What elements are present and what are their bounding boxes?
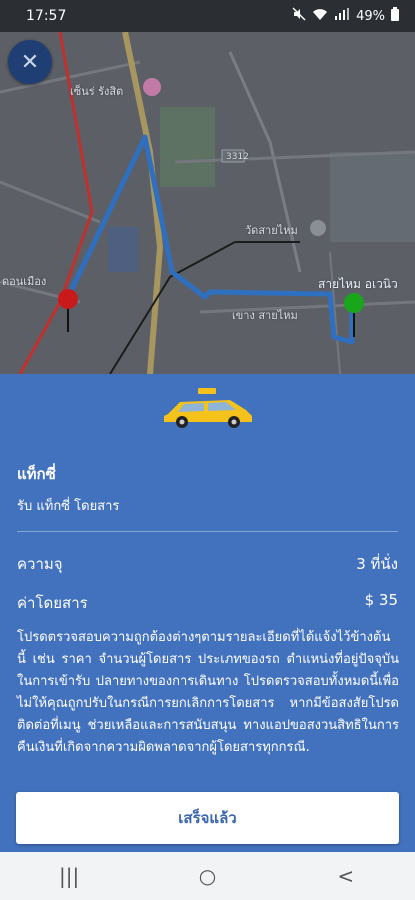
status-time: 17:57 xyxy=(26,8,67,24)
close-icon: ✕ xyxy=(20,49,40,75)
home-icon[interactable]: ○ xyxy=(177,864,237,888)
capacity-row: ความจุ 3 ที่นั่ง xyxy=(17,552,398,576)
battery-icon xyxy=(391,7,399,25)
recents-icon[interactable]: ||| xyxy=(39,864,99,888)
map-label-saimai-district: เขาง สายไหม xyxy=(232,309,298,322)
district-area xyxy=(330,152,415,242)
park-area xyxy=(160,107,215,187)
taxi-car-icon xyxy=(164,388,252,428)
capacity-label: ความจุ xyxy=(17,555,63,573)
map-label-saimai-avenue: สายไหม อเวนิว xyxy=(318,277,398,291)
map-label-wat-saimai: วัดสายไหม xyxy=(245,224,298,237)
shopping-poi-icon xyxy=(143,78,161,96)
fare-value: $ 35 xyxy=(364,591,398,609)
status-bar: 17:57 49% xyxy=(0,0,415,32)
close-button[interactable]: ✕ xyxy=(8,40,52,84)
map-label-road-number: 3312 xyxy=(226,152,249,162)
divider xyxy=(17,531,398,532)
vehicle-type-title: แท็กซี่ xyxy=(17,465,56,483)
fare-label: ค่าโดยสาร xyxy=(17,594,88,612)
map-label-donmueang: ดอนเมือง xyxy=(2,275,47,288)
terms-notice: โปรดตรวจสอบความถูกต้องต่างๆตามรายละเอียด… xyxy=(17,630,399,755)
destination-pin-icon xyxy=(344,293,364,313)
temple-poi-icon xyxy=(310,220,326,236)
mute-icon xyxy=(292,7,306,25)
wifi-icon xyxy=(312,7,328,25)
map-canvas xyxy=(0,32,415,374)
capacity-value: 3 ที่นั่ง xyxy=(356,555,398,573)
battery-text: 49% xyxy=(356,8,385,24)
system-nav-bar: ||| ○ < xyxy=(0,852,415,900)
map-label-rangsit: เซ็นร่ รังสิต xyxy=(70,85,124,98)
water-area xyxy=(108,227,138,272)
back-icon[interactable]: < xyxy=(316,864,376,888)
fare-row: ค่าโดยสาร $ 35 xyxy=(17,591,398,615)
origin-pin-icon xyxy=(58,289,78,309)
route-map[interactable]: เซ็นร่ รังสิต 3312 วัดสายไหม สายไหม อเวน… xyxy=(0,32,415,374)
signal-icon xyxy=(334,7,350,25)
ride-details-sheet: แท็กซี่ รับ แท็กซี่ โดยสาร ความจุ 3 ที่น… xyxy=(0,374,415,852)
done-button[interactable]: เสร็จแล้ว xyxy=(16,792,399,844)
status-icons: 49% xyxy=(292,7,399,25)
vehicle-type-subtitle: รับ แท็กซี่ โดยสาร xyxy=(17,499,120,514)
